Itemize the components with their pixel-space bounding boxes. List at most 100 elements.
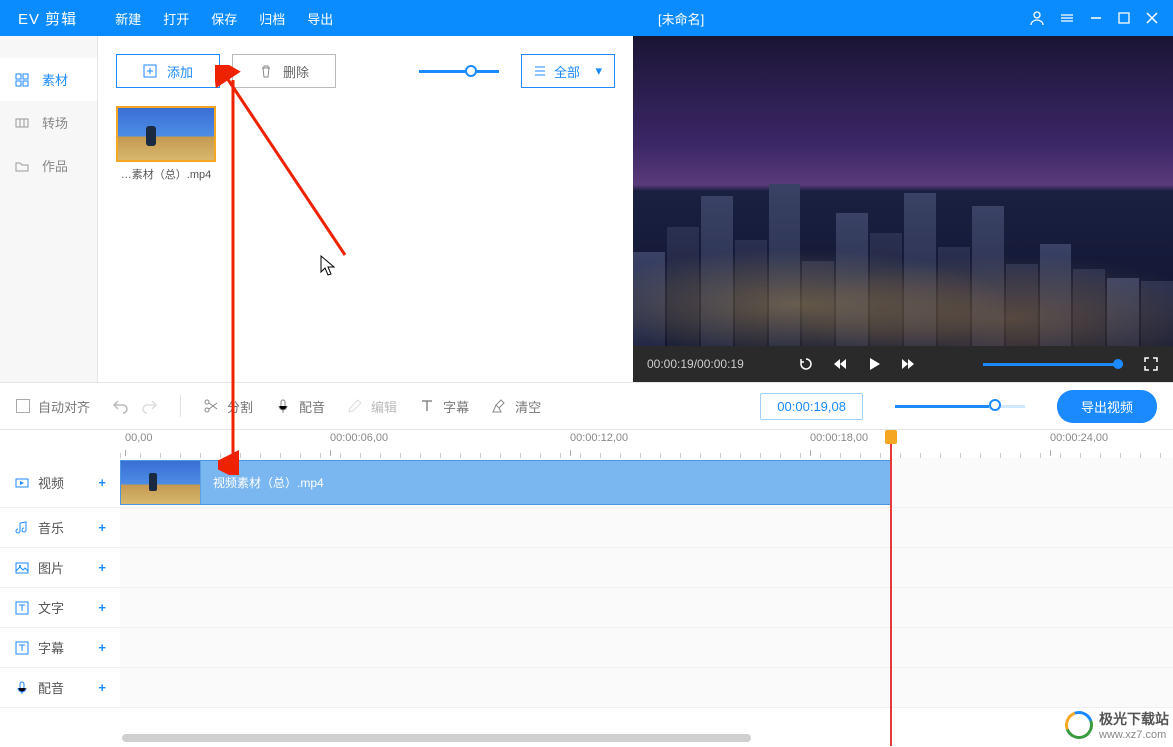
sidebar: 素材 转场 作品 [0,36,98,382]
media-item[interactable]: …素材（总）.mp4 [116,106,216,182]
trash-icon [259,64,273,78]
sidebar-label: 作品 [42,156,68,175]
menu-open[interactable]: 打开 [163,9,189,28]
subtitle-button[interactable]: 字幕 [419,397,469,416]
scrollbar-thumb[interactable] [122,734,751,742]
app-title: EV 剪辑 [0,8,95,29]
preview-panel: 00:00:19/00:00:19 [633,36,1173,382]
menu-archive[interactable]: 归档 [259,9,285,28]
menu-save[interactable]: 保存 [211,9,237,28]
slider-knob[interactable] [465,65,477,77]
clip-thumbnail [121,461,201,504]
add-track-button[interactable]: + [98,560,106,575]
menu-export[interactable]: 导出 [307,9,333,28]
play-controls [798,356,916,372]
redo-button[interactable] [140,397,158,415]
track-label-subtitle: 字幕 + [0,628,120,668]
checkbox-icon [16,399,30,413]
edit-button[interactable]: 编辑 [347,397,397,416]
close-button[interactable] [1145,11,1159,25]
media-thumbnail [116,106,216,162]
maximize-button[interactable] [1117,11,1131,25]
track-label-dub: 配音 + [0,668,120,708]
watermark: 极光下载站 www.xz7.com [1065,709,1169,741]
export-video-button[interactable]: 导出视频 [1057,390,1157,423]
video-clip[interactable]: 视频素材（总）.mp4 [120,460,892,505]
subtitle-t-icon [14,640,30,656]
minimize-button[interactable] [1089,11,1103,25]
rewind-button[interactable] [832,356,848,372]
menu-icon[interactable] [1059,10,1075,26]
play-button[interactable] [866,356,882,372]
user-icon[interactable] [1029,10,1045,26]
zoom-slider[interactable] [895,405,1025,408]
horizontal-scrollbar[interactable] [122,734,1171,744]
add-track-button[interactable]: + [98,680,106,695]
sidebar-item-works[interactable]: 作品 [0,144,97,187]
fullscreen-button[interactable] [1143,356,1159,372]
delete-button[interactable]: 删除 [232,54,336,88]
add-label: 添加 [167,62,193,81]
add-track-button[interactable]: + [98,520,106,535]
video-preview[interactable] [633,36,1173,346]
zoom-knob[interactable] [989,399,1001,411]
track-labels: 视频 + 音乐 + 图片 + 文字 + 字幕 + 配音 + [0,430,120,746]
image-icon [14,560,30,576]
media-grid: …素材（总）.mp4 [116,106,615,182]
mic-icon [275,398,291,414]
chevron-down-icon: ▾ [595,63,602,79]
video-track[interactable]: 视频素材（总）.mp4 [120,458,1173,508]
dub-button[interactable]: 配音 [275,397,325,416]
titlebar: EV 剪辑 新建 打开 保存 归档 导出 [未命名] [0,0,1173,36]
progress-slider[interactable] [983,363,1123,366]
sidebar-item-transition[interactable]: 转场 [0,101,97,144]
filter-dropdown[interactable]: 全部 ▾ [521,54,615,88]
sidebar-item-material[interactable]: 素材 [0,58,97,101]
sidebar-label: 素材 [42,70,68,89]
menu-new[interactable]: 新建 [115,9,141,28]
subtitle-track[interactable] [120,628,1173,668]
dub-track[interactable] [120,668,1173,708]
media-panel: 添加 删除 全部 ▾ …素材（总）.mp4 [98,36,633,382]
auto-align-label: 自动对齐 [38,397,90,416]
music-track[interactable] [120,508,1173,548]
track-label-music: 音乐 + [0,508,120,548]
tracks-area[interactable]: 00,00 00:00:06,00 00:00:12,00 00:00:18,0… [120,430,1173,746]
add-track-button[interactable]: + [98,600,106,615]
text-t-icon [14,600,30,616]
music-icon [14,520,30,536]
add-button[interactable]: 添加 [116,54,220,88]
track-label-text: 文字 + [0,588,120,628]
clear-button[interactable]: 清空 [491,397,541,416]
playhead[interactable] [890,430,892,746]
timeline: 视频 + 音乐 + 图片 + 文字 + 字幕 + 配音 + [0,430,1173,746]
split-button[interactable]: 分割 [203,397,253,416]
sidebar-label: 转场 [42,113,68,132]
list-icon [534,65,546,77]
watermark-text: 极光下载站 [1099,711,1169,727]
window-controls [1029,10,1173,26]
text-icon [419,398,435,414]
media-filename: …素材（总）.mp4 [121,166,211,182]
undo-button[interactable] [112,397,130,415]
image-track[interactable] [120,548,1173,588]
text-track[interactable] [120,588,1173,628]
progress-knob[interactable] [1113,359,1123,369]
delete-label: 删除 [283,62,309,81]
track-label-video: 视频 + [0,458,120,508]
document-title: [未命名] [333,9,1029,28]
add-icon [143,64,157,78]
time-display: 00:00:19/00:00:19 [647,357,744,371]
media-toolbar: 添加 删除 全部 ▾ [116,54,615,88]
thumbnail-size-slider[interactable] [419,70,499,73]
add-track-button[interactable]: + [98,640,106,655]
auto-align-checkbox[interactable]: 自动对齐 [16,397,90,416]
folder-icon [14,158,30,174]
add-track-button[interactable]: + [98,475,106,490]
watermark-logo-icon [1060,706,1097,743]
timecode-display[interactable]: 00:00:19,08 [760,393,863,420]
time-ruler[interactable]: 00,00 00:00:06,00 00:00:12,00 00:00:18,0… [120,430,1173,458]
transition-icon [14,115,30,131]
replay-button[interactable] [798,356,814,372]
forward-button[interactable] [900,356,916,372]
